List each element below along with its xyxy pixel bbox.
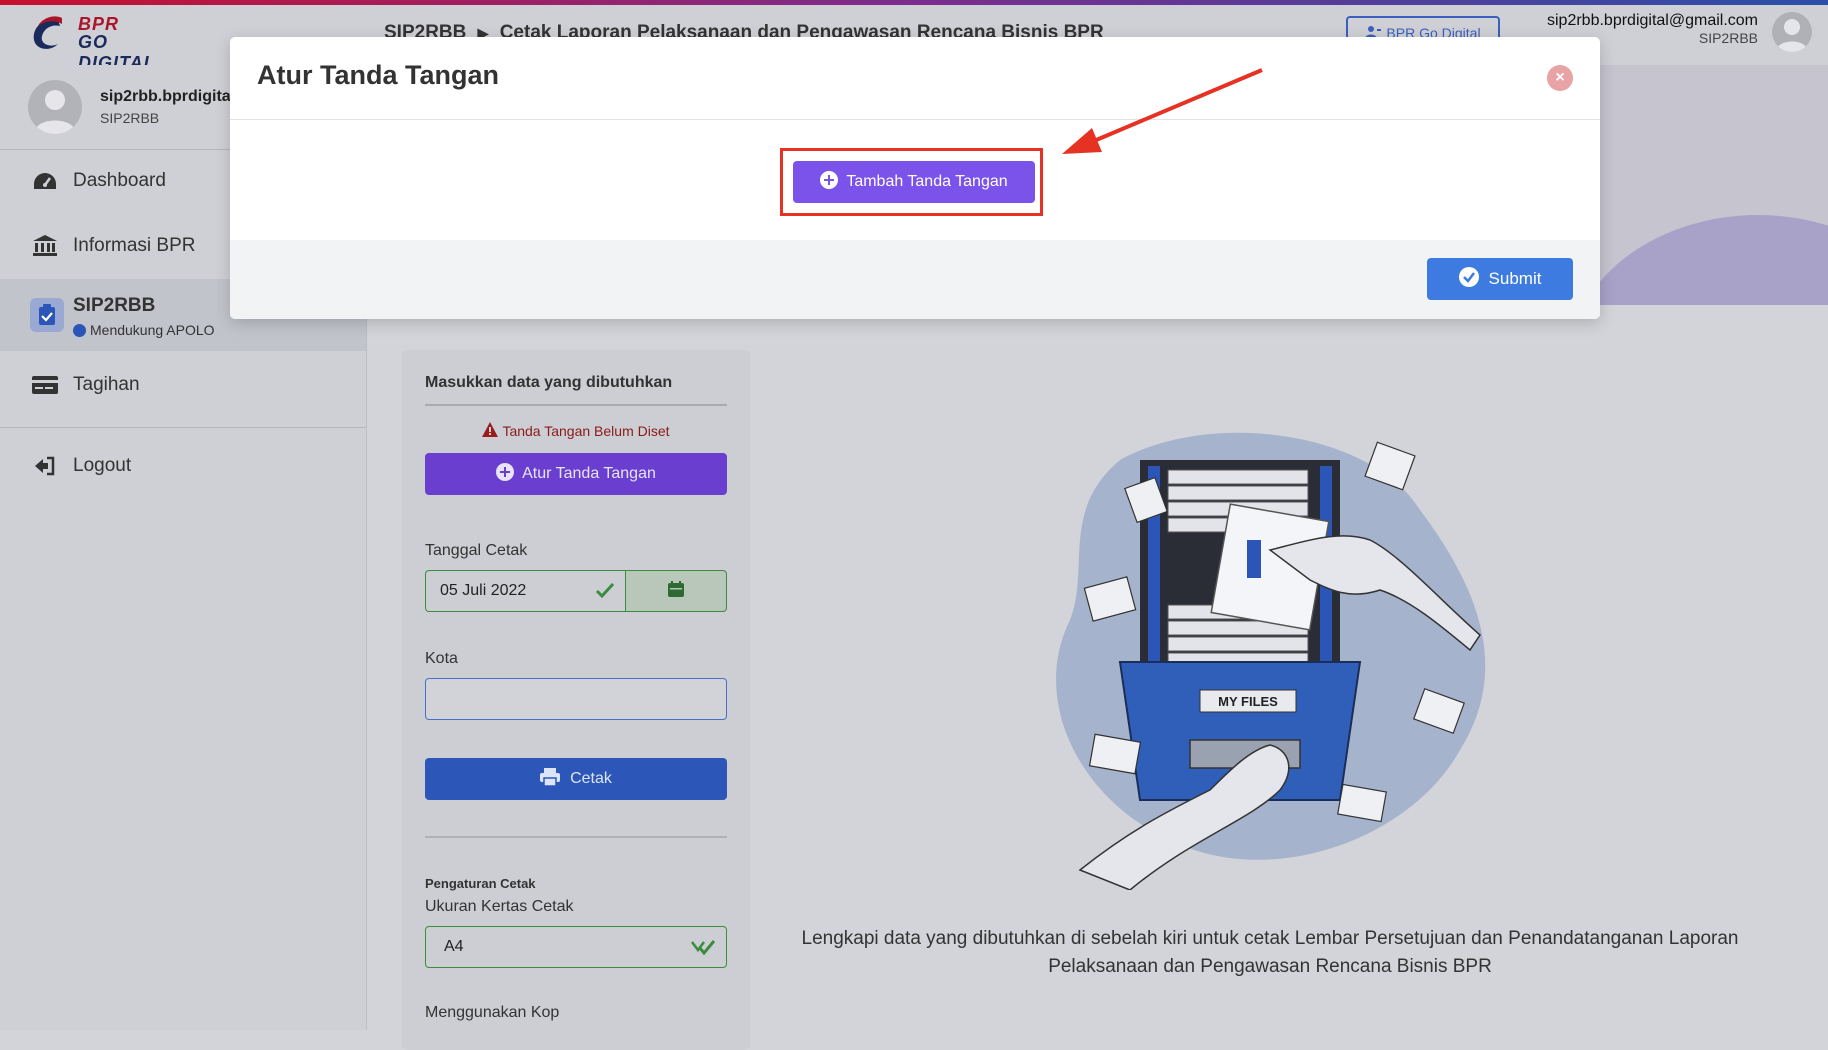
atur-tanda-tangan-button[interactable]: Atur Tanda Tangan <box>425 453 727 495</box>
user-silhouette-icon <box>34 90 76 134</box>
sidebar-divider <box>0 427 366 428</box>
select-chevron-check-icon <box>690 938 716 961</box>
header-user-email: sip2rbb.bprdigital@gmail.com <box>1547 12 1758 29</box>
ukuran-kertas-value: A4 <box>444 938 464 955</box>
instruction-text: Lengkapi data yang dibutuhkan di sebelah… <box>801 928 1739 977</box>
ukuran-kertas-select[interactable]: A4 <box>425 926 727 968</box>
sidebar-user-name: sip2rbb.bprdigital@gmail.com <box>100 88 230 105</box>
apolo-support-label: Mendukung APOLO <box>90 322 215 338</box>
logo-swirl-icon <box>33 16 62 49</box>
sidebar-item-label: Informasi BPR <box>73 235 196 256</box>
sidebar-user-role: SIP2RBB <box>100 110 160 126</box>
kota-input[interactable] <box>425 678 727 720</box>
drawer-label: MY FILES <box>1218 694 1278 709</box>
form-card: Masukkan data yang dibutuhkan Tanda Tang… <box>402 350 750 1050</box>
sidebar-item-tagihan[interactable]: Tagihan <box>0 354 366 416</box>
sidebar-avatar <box>28 80 82 134</box>
form-card-divider <box>425 404 727 406</box>
dashboard-gauge-icon <box>32 170 58 192</box>
signature-warning: Tanda Tangan Belum Diset <box>425 422 727 440</box>
printer-icon <box>540 767 561 791</box>
form-card-title: Masukkan data yang dibutuhkan <box>425 374 673 391</box>
modal-footer <box>230 240 1600 319</box>
ukuran-kertas-label: Ukuran Kertas Cetak <box>425 898 574 915</box>
plus-circle-icon <box>496 462 515 486</box>
sidebar-item-label: Dashboard <box>73 170 166 191</box>
status-dot-icon <box>73 323 86 337</box>
valid-check-icon <box>595 581 615 604</box>
calendar-icon <box>668 580 684 602</box>
atur-button-label: Atur Tanda Tangan <box>522 465 656 482</box>
tambah-button-label: Tambah Tanda Tangan <box>846 173 1008 190</box>
header-avatar[interactable] <box>1772 12 1812 52</box>
sidebar-item-logout[interactable]: Logout <box>0 435 366 497</box>
modal-header-divider <box>230 119 1600 120</box>
tanggal-cetak-label: Tanggal Cetak <box>425 542 528 559</box>
pengaturan-cetak-heading: Pengaturan Cetak <box>425 876 536 891</box>
warning-text: Tanda Tangan Belum Diset <box>502 423 670 439</box>
kota-label: Kota <box>425 650 458 667</box>
tanggal-cetak-input[interactable]: 05 Juli 2022 <box>425 570 625 612</box>
sidebar-item-label: Tagihan <box>73 374 140 395</box>
bpr-go-digital-logo[interactable]: BPR GO DIGITAL <box>28 14 188 73</box>
submit-button[interactable]: Submit <box>1427 258 1573 300</box>
tambah-tanda-tangan-button[interactable]: Tambah Tanda Tangan <box>793 161 1035 203</box>
menggunakan-kop-label: Menggunakan Kop <box>425 1004 560 1021</box>
banner-decor-shape <box>1568 215 1828 305</box>
logout-icon <box>32 455 58 477</box>
cetak-button[interactable]: Cetak <box>425 758 727 800</box>
file-cabinet-illustration: MY FILES <box>1056 432 1486 890</box>
plus-circle-icon <box>820 170 839 194</box>
modal-title: Atur Tanda Tangan <box>257 60 499 90</box>
sidebar-item-sublabel: Mendukung APOLO <box>73 322 215 338</box>
atur-tanda-tangan-modal: Atur Tanda Tangan × Tambah Tanda Tangan … <box>230 37 1600 319</box>
sidebar-item-label: SIP2RBB <box>73 295 156 316</box>
user-silhouette-icon <box>1776 19 1808 52</box>
bank-icon <box>32 235 58 257</box>
cetak-button-label: Cetak <box>570 770 612 787</box>
warning-triangle-icon <box>482 422 499 440</box>
top-accent-strip <box>0 0 1828 5</box>
tanggal-cetak-value: 05 Juli 2022 <box>440 582 527 599</box>
sidebar-item-label: Logout <box>73 455 132 476</box>
calendar-button[interactable] <box>625 570 727 612</box>
close-icon[interactable]: × <box>1547 65 1573 91</box>
clipboard-check-icon <box>30 298 64 332</box>
credit-card-icon <box>32 374 58 396</box>
check-circle-icon <box>1458 266 1479 292</box>
submit-button-label: Submit <box>1488 269 1542 288</box>
form-divider <box>425 836 727 838</box>
